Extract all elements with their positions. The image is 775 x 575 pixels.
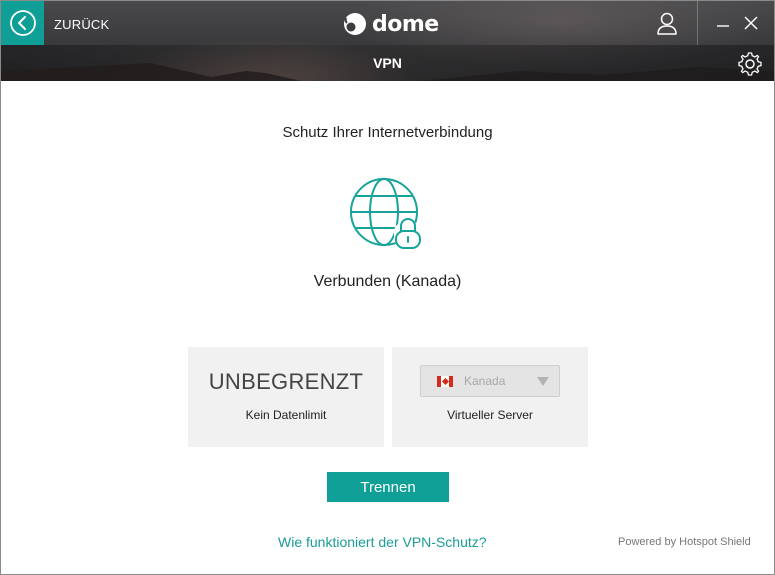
virtual-server-label: Virtueller Server — [447, 408, 533, 422]
minimize-button[interactable] — [711, 11, 735, 35]
back-button[interactable] — [1, 1, 44, 45]
vpn-help-link[interactable]: Wie funktioniert der VPN-Schutz? — [278, 534, 487, 550]
connection-status: Verbunden (Kanada) — [313, 273, 462, 290]
virtual-server-card: Kanada Virtueller Server — [392, 347, 588, 447]
user-icon — [657, 12, 677, 35]
brand-wordmark: dome — [372, 11, 439, 37]
dome-logo-icon — [344, 13, 366, 35]
section-heading: Schutz Ihrer Internetverbindung — [282, 124, 493, 141]
globe-lock-icon — [350, 178, 422, 249]
user-account-button[interactable] — [649, 9, 685, 39]
dropdown-arrow-icon — [537, 377, 549, 386]
minimize-icon — [717, 25, 729, 27]
data-limit-card: UNBEGRENZT Kein Datenlimit — [188, 347, 384, 447]
app-window: ZURÜCK dome VPN Schutz Ihrer Internetver… — [0, 0, 775, 575]
close-icon — [744, 16, 758, 30]
back-label[interactable]: ZURÜCK — [54, 17, 109, 32]
page-title: VPN — [373, 55, 402, 71]
brand-logo: dome — [342, 9, 439, 39]
data-limit-value: UNBEGRENZT — [208, 369, 364, 394]
powered-by-text: Powered by Hotspot Shield — [618, 536, 751, 548]
canada-flag-icon — [437, 375, 453, 387]
titlebar-divider — [697, 1, 698, 45]
server-select-value: Kanada — [464, 374, 506, 388]
data-limit-label: Kein Datenlimit — [245, 408, 327, 422]
server-select[interactable]: Kanada — [420, 365, 560, 397]
settings-button[interactable] — [736, 50, 764, 78]
close-button[interactable] — [739, 11, 763, 35]
disconnect-button[interactable]: Trennen — [327, 472, 449, 502]
gear-icon — [738, 52, 762, 76]
chevron-left-icon — [9, 10, 36, 36]
title-bar: ZURÜCK dome VPN — [1, 1, 774, 81]
